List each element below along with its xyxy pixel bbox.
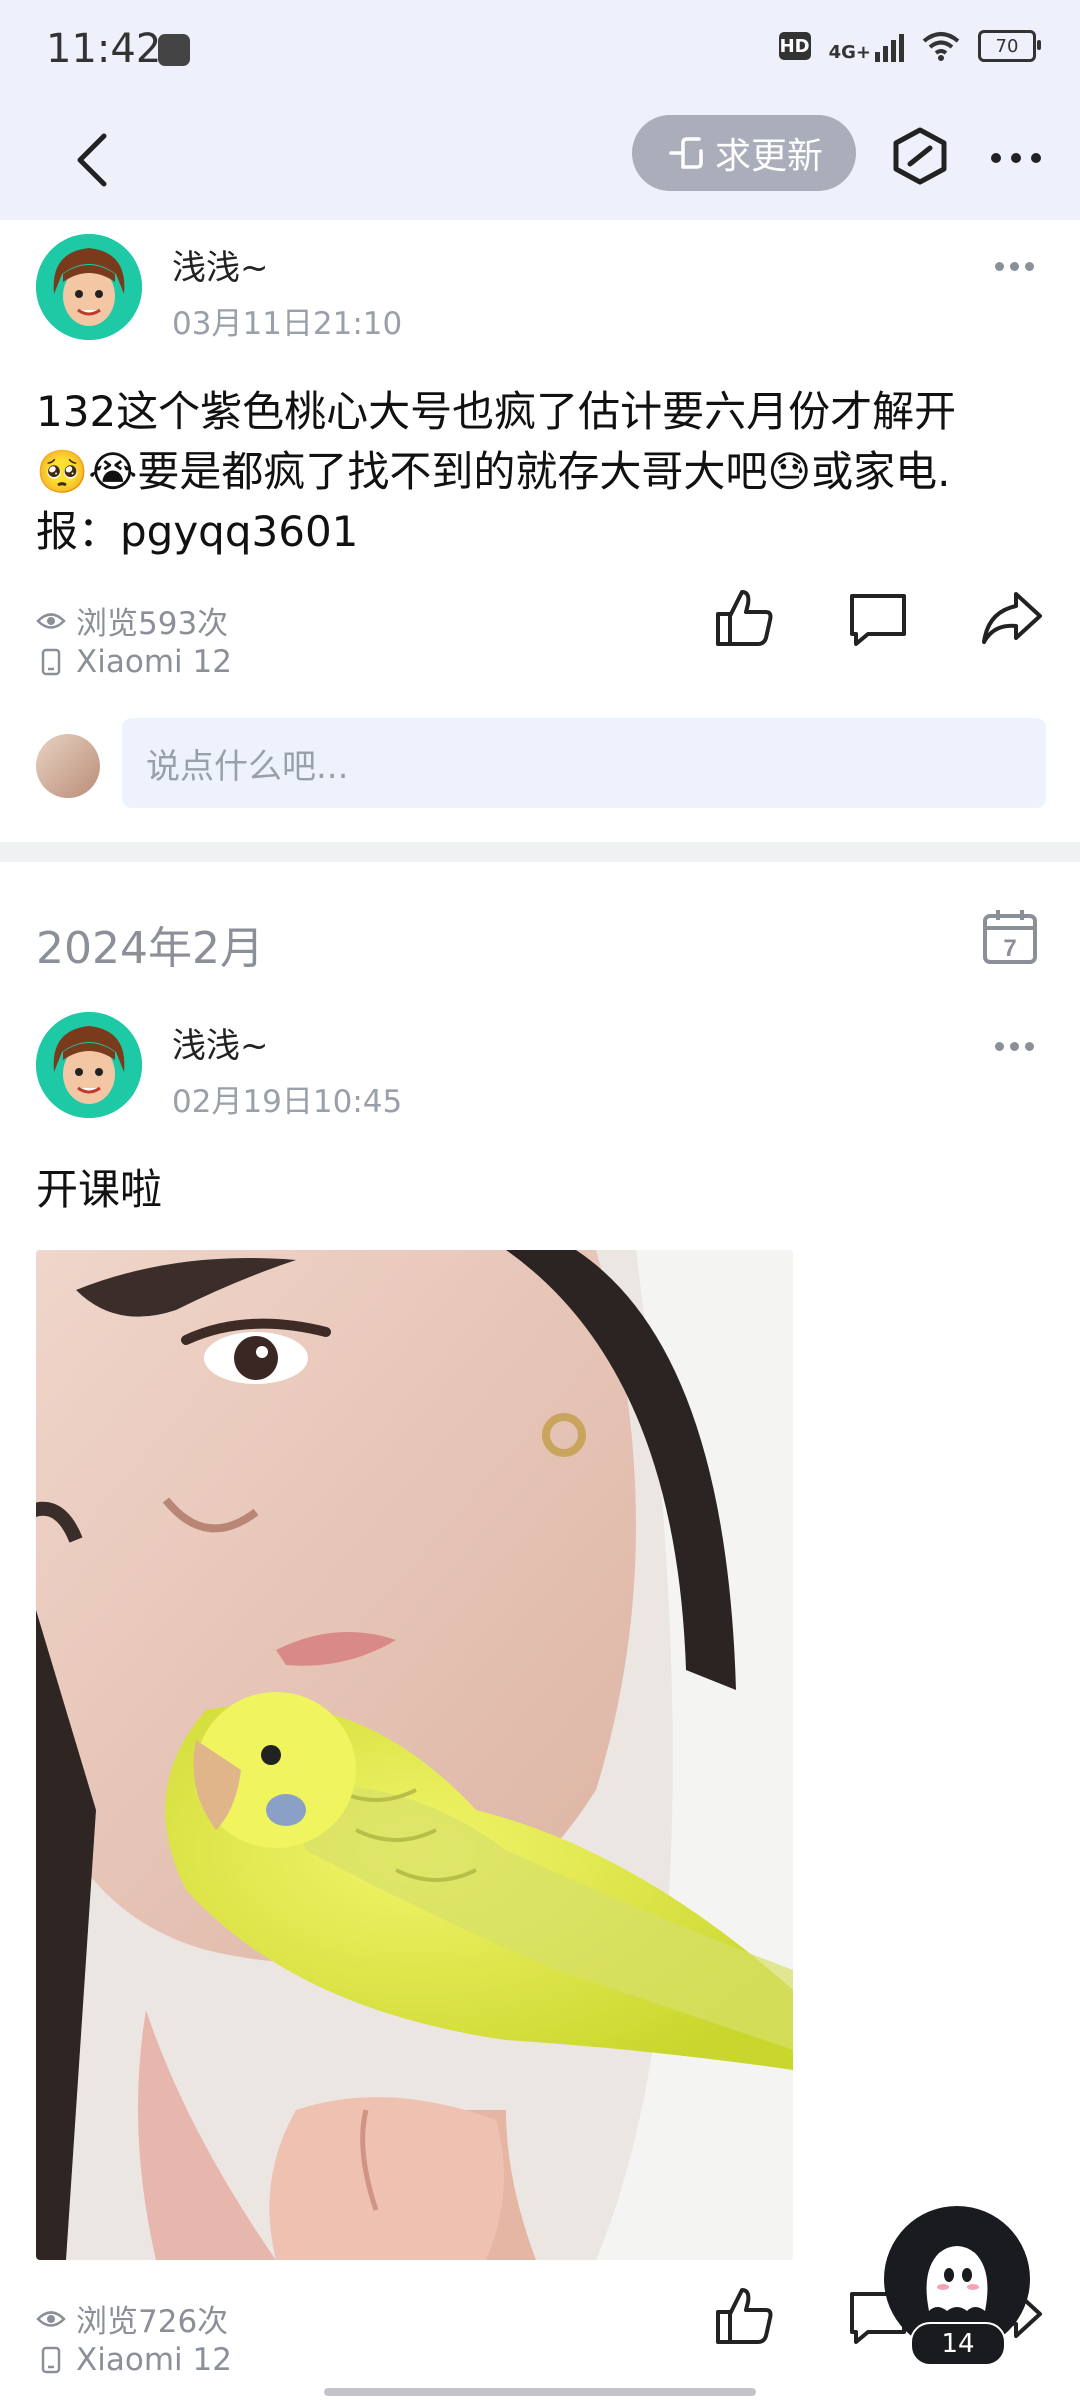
post-username[interactable]: 浅浅~ <box>172 1018 269 1067</box>
network-type: 4G+ <box>828 42 871 63</box>
nav-bar: 求更新 <box>0 100 1080 220</box>
post-text-line: 报：pgyqq3601 <box>36 507 359 556</box>
notification-app-icon <box>158 34 190 66</box>
post-card: 浅浅~ 02月19日10:45 开课啦 浏览726次 Xiaomi 12 <box>0 1000 1080 2400</box>
eye-icon <box>36 612 66 629</box>
photo-image <box>36 1250 793 2260</box>
wifi-icon <box>922 32 960 61</box>
fab-badge: 14 <box>910 2322 1006 2366</box>
current-user-avatar <box>36 734 100 798</box>
view-count: 浏览593次 <box>36 598 228 643</box>
post-username[interactable]: 浅浅~ <box>172 240 269 289</box>
share-icon[interactable] <box>980 586 1044 650</box>
cartoon-face-icon <box>36 1012 142 1118</box>
device-info: Xiaomi 12 <box>36 644 232 680</box>
post-more-button[interactable] <box>984 1026 1044 1066</box>
post-text-line: 132这个紫色桃心大号也疯了估计要六月份才解开 <box>36 387 957 436</box>
comment-input[interactable]: 说点什么吧... <box>122 718 1046 808</box>
more-horizontal-icon <box>991 153 1041 163</box>
phone-icon <box>41 648 61 676</box>
post-photo[interactable] <box>36 1250 793 2260</box>
device-info: Xiaomi 12 <box>36 2342 232 2378</box>
hexagon-slash-icon <box>893 127 947 185</box>
cellular-signal-icon: 4G+ <box>829 30 904 62</box>
device-text: Xiaomi 12 <box>76 644 232 680</box>
eye-icon <box>36 2310 66 2327</box>
post-card: 浅浅~ 03月11日21:10 132这个紫色桃心大号也疯了估计要六月份才解开 … <box>0 220 1080 840</box>
chevron-left-icon <box>77 133 107 187</box>
pointing-hand-icon <box>669 137 703 169</box>
month-title: 2024年2月 <box>36 923 264 974</box>
avatar[interactable] <box>36 1012 142 1118</box>
status-bar: 11:42 HD 4G+ 70 <box>0 0 1080 100</box>
hexagon-button[interactable] <box>884 120 956 192</box>
calendar-icon[interactable]: 7 <box>980 906 1040 966</box>
view-count: 浏览726次 <box>36 2296 228 2341</box>
like-icon[interactable] <box>712 586 776 650</box>
view-count-text: 浏览593次 <box>76 606 229 642</box>
cartoon-face-icon <box>36 234 142 340</box>
battery-level: 70 <box>995 35 1019 57</box>
home-indicator[interactable] <box>324 2388 756 2396</box>
ghost-mascot-icon <box>926 2246 988 2311</box>
hd-icon: HD <box>778 32 811 60</box>
post-text-line: 🥺😭要是都疯了找不到的就存大哥大吧😓或家电. <box>36 447 951 496</box>
section-divider <box>0 842 1080 862</box>
comment-row: 说点什么吧... <box>0 718 1080 818</box>
post-more-button[interactable] <box>984 246 1044 286</box>
phone-icon <box>41 2346 61 2374</box>
battery-icon: 70 <box>978 30 1041 62</box>
post-timestamp: 03月11日21:10 <box>172 306 403 342</box>
calendar-day: 7 <box>1003 935 1016 962</box>
post-text: 开课啦 <box>36 1165 163 1214</box>
more-options-button[interactable] <box>980 122 1052 194</box>
status-time: 11:42 <box>46 26 162 72</box>
request-update-label: 求更新 <box>714 136 823 177</box>
like-icon[interactable] <box>712 2284 776 2348</box>
post-text: 132这个紫色桃心大号也疯了估计要六月份才解开 🥺😭要是都疯了找不到的就存大哥大… <box>36 382 1046 562</box>
device-text: Xiaomi 12 <box>76 2342 232 2378</box>
avatar[interactable] <box>36 234 142 340</box>
request-update-button[interactable]: 求更新 <box>632 115 856 191</box>
back-button[interactable] <box>56 124 128 196</box>
comment-icon[interactable] <box>846 586 910 650</box>
status-icons: HD 4G+ 70 <box>778 30 1041 62</box>
post-timestamp: 02月19日10:45 <box>172 1084 403 1120</box>
view-count-text: 浏览726次 <box>76 2304 229 2340</box>
